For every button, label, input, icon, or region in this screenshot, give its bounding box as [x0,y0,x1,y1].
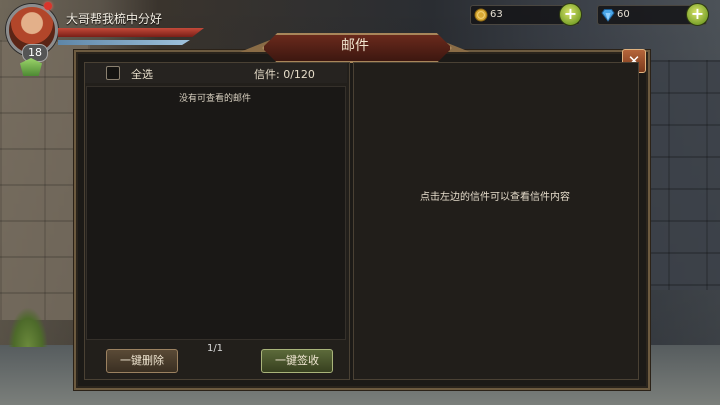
select-all-label[interactable]: 全选 [131,66,153,82]
mail-detail-pane [353,62,639,380]
mail-detail-hint: 点击左边的信件可以查看信件内容 [420,192,570,203]
delete-all-button[interactable]: 一键删除 [106,349,178,373]
collect-all-button[interactable]: 一键签收 [261,349,333,373]
mail-list[interactable] [86,86,346,340]
add-gold-button[interactable]: + [559,3,582,26]
gold-amount: 63 [490,9,503,20]
diamond-icon [601,9,615,22]
mail-count: 信件: 0/120 [254,68,315,81]
dialog-title: 邮件 [341,38,369,54]
empty-mail-message: 没有可查看的邮件 [178,94,251,104]
gold-coin-icon [474,8,488,22]
background-grass [8,307,48,347]
diamond-amount: 60 [617,9,630,20]
notification-dot-icon [44,2,52,10]
select-all-checkbox[interactable] [106,66,120,80]
mana-bar [58,40,190,45]
player-level-badge: 18 [22,44,48,62]
health-bar [58,28,204,37]
page-indicator: 1/1 [206,343,224,354]
player-name: 大哥帮我梳中分好 [66,12,163,26]
add-diamond-button[interactable]: + [686,3,709,26]
